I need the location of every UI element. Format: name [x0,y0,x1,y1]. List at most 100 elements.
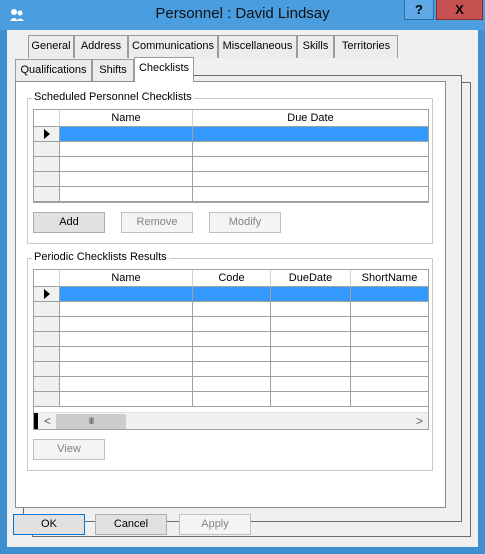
table-row[interactable] [34,187,428,202]
table-cell[interactable] [60,187,193,202]
periodic-results-grid[interactable]: Name Code DueDate ShortName < III > [33,269,429,430]
apply-button[interactable]: Apply [179,514,251,535]
table-row[interactable] [34,347,428,362]
table-row[interactable] [34,392,428,407]
row-header[interactable] [34,362,60,377]
row-header[interactable] [34,127,60,142]
cancel-button[interactable]: Cancel [95,514,167,535]
table-cell[interactable] [60,127,193,142]
row-header[interactable] [34,347,60,362]
table-cell[interactable] [60,347,193,362]
table-row[interactable] [34,157,428,172]
table-cell[interactable] [193,287,271,302]
table-row[interactable] [34,172,428,187]
table-cell[interactable] [193,187,428,202]
table-cell[interactable] [351,377,428,392]
column-header-code[interactable]: Code [193,270,271,287]
table-cell[interactable] [193,172,428,187]
table-cell[interactable] [193,317,271,332]
table-cell[interactable] [60,302,193,317]
table-cell[interactable] [271,392,351,407]
table-cell[interactable] [271,287,351,302]
table-cell[interactable] [60,172,193,187]
column-header-name[interactable]: Name [60,270,193,287]
column-header-duedate[interactable]: DueDate [271,270,351,287]
row-header[interactable] [34,332,60,347]
table-cell[interactable] [351,332,428,347]
row-header[interactable] [34,377,60,392]
grid-header: Name Code DueDate ShortName [34,270,428,287]
table-cell[interactable] [271,332,351,347]
table-cell[interactable] [193,302,271,317]
row-header[interactable] [34,317,60,332]
table-cell[interactable] [193,392,271,407]
close-button[interactable]: X [436,0,483,20]
tab-shifts[interactable]: Shifts [92,59,134,82]
table-cell[interactable] [193,347,271,362]
table-cell[interactable] [271,347,351,362]
help-button[interactable]: ? [404,0,434,20]
table-row[interactable] [34,332,428,347]
table-cell[interactable] [271,317,351,332]
view-button[interactable]: View [33,439,105,460]
row-header[interactable] [34,287,60,302]
table-cell[interactable] [60,287,193,302]
table-cell[interactable] [60,157,193,172]
table-cell[interactable] [60,142,193,157]
scheduled-checklists-grid[interactable]: Name Due Date [33,109,429,203]
scroll-right-arrow-icon[interactable]: > [411,413,428,429]
horizontal-scrollbar[interactable]: < III > [34,412,428,429]
row-header[interactable] [34,172,60,187]
row-header[interactable] [34,157,60,172]
table-cell[interactable] [60,317,193,332]
column-header-name[interactable]: Name [60,110,193,127]
row-header[interactable] [34,187,60,202]
table-row[interactable] [34,127,428,142]
tab-miscellaneous[interactable]: Miscellaneous [218,35,297,58]
remove-button[interactable]: Remove [121,212,193,233]
add-button[interactable]: Add [33,212,105,233]
table-cell[interactable] [351,317,428,332]
table-cell[interactable] [193,127,428,142]
tab-territories[interactable]: Territories [334,35,398,58]
modify-button[interactable]: Modify [209,212,281,233]
tab-checklists[interactable]: Checklists [134,57,194,82]
table-cell[interactable] [351,392,428,407]
table-cell[interactable] [60,362,193,377]
table-cell[interactable] [271,377,351,392]
row-header[interactable] [34,392,60,407]
table-row[interactable] [34,377,428,392]
table-row[interactable] [34,142,428,157]
row-header[interactable] [34,302,60,317]
table-row[interactable] [34,302,428,317]
tab-general[interactable]: General [28,35,74,58]
table-cell[interactable] [351,347,428,362]
table-cell[interactable] [351,362,428,377]
scrollbar-thumb[interactable]: III [56,414,126,429]
table-cell[interactable] [60,377,193,392]
table-cell[interactable] [351,287,428,302]
table-cell[interactable] [193,377,271,392]
table-cell[interactable] [271,362,351,377]
table-row[interactable] [34,317,428,332]
table-row[interactable] [34,362,428,377]
tab-address[interactable]: Address [74,35,128,58]
table-cell[interactable] [60,332,193,347]
table-cell[interactable] [193,142,428,157]
table-cell[interactable] [351,302,428,317]
scheduled-group-label: Scheduled Personnel Checklists [32,91,194,103]
table-cell[interactable] [271,302,351,317]
tab-skills[interactable]: Skills [297,35,334,58]
ok-button[interactable]: OK [13,514,85,535]
table-cell[interactable] [193,332,271,347]
table-row[interactable] [34,287,428,302]
scroll-left-arrow-icon[interactable]: < [39,413,56,429]
column-header-shortname[interactable]: ShortName [351,270,428,287]
tab-qualifications[interactable]: Qualifications [15,59,92,82]
table-cell[interactable] [193,362,271,377]
table-cell[interactable] [193,157,428,172]
column-header-due-date[interactable]: Due Date [193,110,428,127]
row-header[interactable] [34,142,60,157]
table-cell[interactable] [60,392,193,407]
tab-communications[interactable]: Communications [128,35,218,58]
